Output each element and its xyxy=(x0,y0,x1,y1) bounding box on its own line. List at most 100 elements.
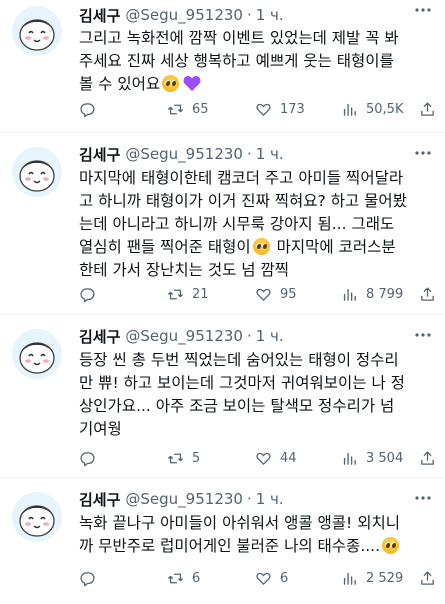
tweet-line: 마지막에 태형이한테 캠코더 주고 아미들 찍어달라 xyxy=(79,169,404,187)
tweet-feed: 김세구 @Segu_951230 · 1 ч. 그리고 녹화전에 깜짝 이벤트 … xyxy=(0,0,445,604)
timestamp[interactable]: 1 ч. xyxy=(256,145,284,163)
share-button[interactable] xyxy=(419,448,436,468)
like-button[interactable]: 95 xyxy=(255,284,297,304)
tweet-actions: 6 6 2 529 xyxy=(79,568,436,588)
author-handle[interactable]: @Segu_951230 xyxy=(125,6,243,24)
cartoon-face-icon xyxy=(12,492,62,542)
tweet-line: 기여웡 xyxy=(79,420,122,438)
author-handle[interactable]: @Segu_951230 xyxy=(125,327,243,345)
views-icon xyxy=(343,103,356,116)
tweet-line: 상인가요... 아주 조금 보이는 탈색모 정수리가 넘 xyxy=(79,397,395,415)
share-button[interactable] xyxy=(419,99,436,119)
tweet-actions: 65 173 50,5K xyxy=(79,99,436,119)
tweet[interactable]: 김세구 @Segu_951230 · 1 ч. 그리고 녹화전에 깜짝 이벤트 … xyxy=(0,0,445,133)
like-button[interactable]: 173 xyxy=(255,99,305,119)
like-button[interactable]: 44 xyxy=(255,448,297,468)
timestamp[interactable]: 1 ч. xyxy=(256,490,284,508)
separator-dot: · xyxy=(246,327,252,345)
avatar[interactable] xyxy=(12,329,62,379)
tweet-line: 한테 가서 장난치는 것도 넘 깜찍 xyxy=(79,261,290,279)
like-icon xyxy=(256,572,271,585)
views-icon xyxy=(343,572,356,585)
more-options-icon[interactable] xyxy=(413,145,433,161)
retweet-count: 6 xyxy=(192,570,201,586)
tweet-line-text: 마지막에 코러스분 xyxy=(276,238,396,256)
author-name[interactable]: 김세구 xyxy=(79,489,120,510)
share-button[interactable] xyxy=(419,568,436,588)
like-button[interactable]: 6 xyxy=(255,568,288,588)
tweet-line: 주세요 진짜 세상 행복하고 예쁘게 웃는 태형이를 xyxy=(79,52,394,70)
tweet-line: 까 무반주로 럽미어게인 불러준 나의 태수종.... xyxy=(79,535,433,558)
retweet-icon xyxy=(167,104,184,114)
separator-dot: · xyxy=(246,490,252,508)
reply-button[interactable] xyxy=(79,99,104,119)
tweet-line: 녹화 끝나구 아미들이 아쉬워서 앵콜 앵콜! 외치니 xyxy=(79,514,400,532)
retweet-count: 5 xyxy=(192,450,201,466)
retweet-icon xyxy=(167,453,184,463)
views-count: 3 504 xyxy=(366,450,404,466)
reply-icon xyxy=(80,102,95,117)
views-button[interactable]: 3 504 xyxy=(341,448,403,468)
tweet-line: 그리고 녹화전에 깜짝 이벤트 있었는데 제발 꼭 봐 xyxy=(79,29,399,47)
like-count: 173 xyxy=(280,101,305,117)
tweet[interactable]: 김세구 @Segu_951230 · 1 ч. 등장 씬 총 두번 찍었는데 숨… xyxy=(0,315,445,478)
pleading-face-emoji xyxy=(382,537,400,554)
reply-icon xyxy=(80,571,95,586)
views-button[interactable]: 50,5K xyxy=(341,99,403,119)
author-handle[interactable]: @Segu_951230 xyxy=(125,145,243,163)
tweet-text: 그리고 녹화전에 깜짝 이벤트 있었는데 제발 꼭 봐 주세요 진짜 세상 행복… xyxy=(79,27,433,96)
avatar[interactable] xyxy=(12,492,62,542)
retweet-button[interactable]: 65 xyxy=(167,99,209,119)
author-name[interactable]: 김세구 xyxy=(79,5,120,26)
like-icon xyxy=(256,103,271,116)
tweet-line: 열심히 팬들 찍어준 태형이 마지막에 코러스분 xyxy=(79,236,433,259)
author-name[interactable]: 김세구 xyxy=(79,144,120,165)
author-name[interactable]: 김세구 xyxy=(79,326,120,347)
tweet-line-text: 까 무반주로 럽미어게인 불러준 나의 태수종.... xyxy=(79,537,381,555)
tweet[interactable]: 김세구 @Segu_951230 · 1 ч. 마지막에 태형이한테 캠코더 주… xyxy=(0,133,445,315)
tweet-line-text: 볼 수 있어요 xyxy=(79,75,161,93)
like-icon xyxy=(256,288,271,301)
like-count: 6 xyxy=(280,570,289,586)
share-button[interactable] xyxy=(419,284,436,304)
share-icon xyxy=(421,286,434,301)
avatar[interactable] xyxy=(12,147,62,197)
more-options-icon[interactable] xyxy=(413,490,433,506)
reply-button[interactable] xyxy=(79,448,104,468)
tweet-line: 만 쀼! 하고 보이는데 그것마저 귀여워보이는 나 정 xyxy=(79,374,405,392)
timestamp[interactable]: 1 ч. xyxy=(256,327,284,345)
views-count: 2 529 xyxy=(366,570,404,586)
retweet-icon xyxy=(167,289,184,299)
tweet-text: 등장 씬 총 두번 찍었는데 숨어있는 태형이 정수리 만 쀼! 하고 보이는데… xyxy=(79,349,433,441)
retweet-count: 65 xyxy=(192,101,209,117)
retweet-button[interactable]: 21 xyxy=(167,284,209,304)
like-count: 44 xyxy=(280,450,297,466)
tweet-line: 볼 수 있어요 xyxy=(79,73,433,96)
reply-button[interactable] xyxy=(79,568,104,588)
tweet-line: 고 하니까 태형이가 이거 진짜 찍혀요? 하고 물어봤 xyxy=(79,192,407,210)
views-button[interactable]: 2 529 xyxy=(341,568,403,588)
tweet-line: 등장 씬 총 두번 찍었는데 숨어있는 태형이 정수리 xyxy=(79,351,399,369)
views-icon xyxy=(343,452,356,465)
share-icon xyxy=(421,570,434,585)
tweet[interactable]: 김세구 @Segu_951230 · 1 ч. 녹화 끝나구 아미들이 아쉬워서… xyxy=(0,478,445,604)
retweet-button[interactable]: 6 xyxy=(167,568,200,588)
like-icon xyxy=(256,452,271,465)
share-icon xyxy=(421,101,434,116)
author-handle[interactable]: @Segu_951230 xyxy=(125,490,243,508)
views-count: 50,5K xyxy=(366,101,404,117)
avatar[interactable] xyxy=(12,6,62,56)
retweet-button[interactable]: 5 xyxy=(167,448,200,468)
tweet-line: 는데 아니라고 하니까 시무룩 강아지 됨... 그래도 xyxy=(79,215,395,233)
views-icon xyxy=(343,288,356,301)
views-button[interactable]: 8 799 xyxy=(341,284,403,304)
retweet-count: 21 xyxy=(192,286,209,302)
more-options-icon[interactable] xyxy=(413,327,433,343)
reply-button[interactable] xyxy=(79,284,104,304)
cartoon-face-icon xyxy=(12,147,62,197)
cartoon-face-icon xyxy=(12,329,62,379)
like-count: 95 xyxy=(280,286,297,302)
tweet-text: 녹화 끝나구 아미들이 아쉬워서 앵콜 앵콜! 외치니 까 무반주로 럽미어게인… xyxy=(79,512,433,558)
more-options-icon[interactable] xyxy=(413,2,433,18)
timestamp[interactable]: 1 ч. xyxy=(256,6,284,24)
